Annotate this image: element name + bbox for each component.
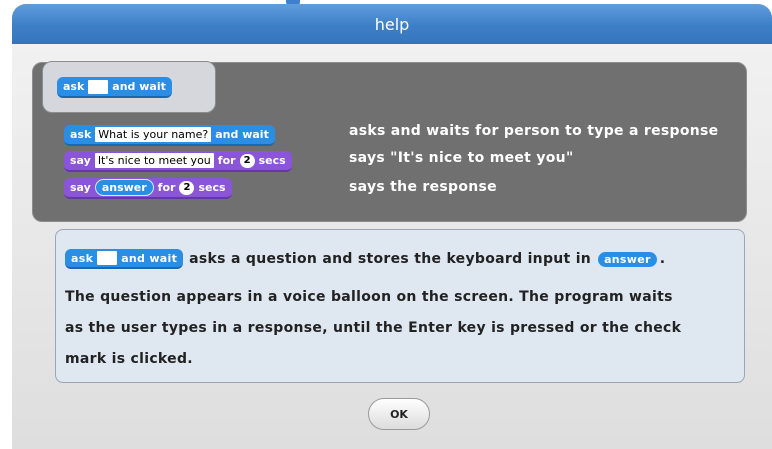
explanation-line-2: The question appears in a voice balloon … — [65, 289, 673, 305]
example-description: asks and waits for person to type a resp… — [349, 123, 719, 139]
block-number-value[interactable]: 2 — [179, 180, 195, 195]
block-label: ask — [63, 80, 85, 93]
explanation-text: asks a question and stores the keyboard … — [189, 251, 592, 267]
block-input-value[interactable]: What is your name? — [95, 127, 212, 142]
block-label: ask — [71, 251, 94, 265]
block-label: ask — [70, 128, 92, 141]
say-for-secs-block-example[interactable]: say It's nice to meet you for 2 secs — [64, 151, 292, 172]
block-input-slot[interactable] — [88, 79, 109, 94]
block-label: and wait — [215, 128, 269, 141]
ok-button[interactable]: OK — [368, 398, 430, 430]
block-label: say — [70, 154, 91, 167]
block-label: secs — [258, 154, 286, 167]
block-label: for — [217, 154, 236, 167]
dialog-title: help — [374, 14, 410, 34]
example-description: says "It's nice to meet you" — [349, 150, 574, 166]
block-label: and wait — [121, 251, 178, 265]
block-label: for — [157, 181, 176, 194]
ask-block-example[interactable]: ask What is your name? and wait — [64, 125, 275, 146]
example-description: says the response — [349, 179, 497, 195]
block-label: say — [70, 181, 91, 194]
block-number-value[interactable]: 2 — [239, 153, 255, 168]
answer-reporter[interactable]: answer — [94, 179, 154, 196]
explanation-line-3: as the user types in a response, until t… — [65, 320, 682, 336]
block-input-value[interactable]: It's nice to meet you — [94, 153, 214, 168]
explanation-period: . — [659, 251, 666, 267]
explanation-line-4: mark is clicked. — [65, 351, 193, 367]
answer-reporter[interactable]: answer — [597, 250, 658, 268]
block-input-slot[interactable] — [97, 251, 118, 265]
explanation-line-1: ask and wait asks a question and stores … — [65, 249, 665, 269]
dialog-titlebar: help — [12, 4, 772, 44]
ask-and-wait-hat-block[interactable]: ask and wait — [57, 77, 172, 98]
block-label: and wait — [112, 80, 166, 93]
ask-and-wait-inline-block[interactable]: ask and wait — [65, 249, 184, 269]
block-label: secs — [198, 181, 226, 194]
say-answer-block-example[interactable]: say answer for 2 secs — [64, 178, 232, 199]
